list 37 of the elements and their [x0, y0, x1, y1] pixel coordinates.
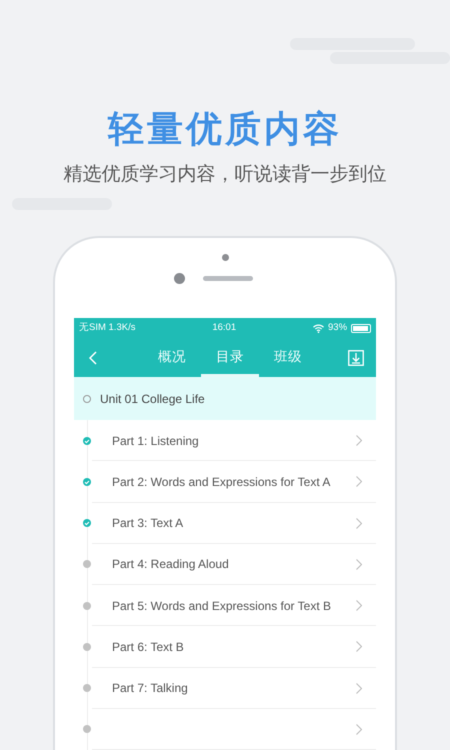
camera-dot	[174, 272, 184, 284]
speaker-slot	[202, 276, 252, 281]
lesson-title: Part 7: Talking	[112, 680, 189, 698]
back-icon	[89, 350, 97, 365]
lesson-title: Part 4: Reading Aloud	[112, 556, 230, 574]
clock-text: 16:01	[212, 321, 236, 336]
lesson-row[interactable]: Part 1: Listening	[74, 420, 376, 462]
lesson-row[interactable]: Part 5: Words and Expressions for Text B	[74, 585, 376, 626]
wifi-icon	[313, 324, 324, 333]
lesson-title: Part 1: Listening	[112, 432, 200, 450]
lesson-row[interactable]: Part 2: Words and Expressions for Text A	[74, 461, 376, 503]
lesson-row[interactable]: Part 7: Talking	[74, 668, 376, 709]
chevron-icon	[356, 724, 362, 735]
chevron-icon	[356, 682, 362, 694]
chevron-icon	[356, 558, 362, 570]
lesson-title: Part 5: Words and Expressions for Text B	[112, 598, 332, 615]
tagline: 精选优质学习内容，听说读背一步到位	[64, 163, 386, 186]
lesson-row[interactable]: Part 4: Reading Aloud	[74, 544, 376, 586]
circle-icon	[83, 394, 91, 403]
carrier-text: 无SIM 1.3K/s	[79, 322, 136, 334]
chevron-icon	[356, 476, 362, 488]
download-icon[interactable]	[348, 350, 364, 366]
chevron-icon	[356, 641, 362, 652]
battery-percent: 93%	[328, 321, 348, 336]
chevron-icon	[356, 518, 362, 529]
chevron-icon	[356, 435, 362, 446]
sensor-dot	[222, 254, 228, 261]
lesson-row[interactable]: Part 3: Text A	[74, 502, 376, 544]
lesson-title: Part 3: Text A	[112, 515, 184, 532]
lesson-title: Part 6: Text B	[112, 638, 185, 656]
battery-icon	[351, 324, 372, 333]
unit-header[interactable]: Unit 01 College Life	[74, 377, 376, 420]
unit-title: Unit 01 College Life	[100, 390, 205, 408]
lesson-row[interactable]: Part 6: Text B	[74, 626, 376, 668]
headline: 轻量优质内容	[108, 108, 342, 152]
chevron-icon	[356, 600, 362, 612]
lesson-title: Part 2: Words and Expressions for Text A	[112, 474, 332, 491]
